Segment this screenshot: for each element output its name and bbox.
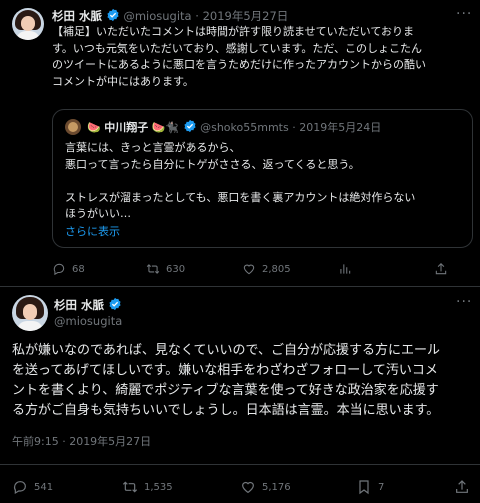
share-button[interactable] [434,260,448,278]
reply-count: 68 [72,263,85,275]
views-button[interactable] [338,260,352,278]
quote-author-avatar [65,119,81,135]
quote-date: 2019年5月24日 [299,121,382,134]
retweet-count: 1,535 [144,481,173,493]
analytics-icon [340,264,351,274]
retweet-button[interactable]: 1,535 [122,478,173,496]
more-options-icon[interactable]: ··· [456,6,472,22]
author-name[interactable]: 杉田 水脈 [54,298,104,312]
like-count: 2,805 [262,263,291,275]
verified-badge-icon [109,297,121,311]
quoted-tweet[interactable]: 🍉 中川翔子 🍉🐈‍⬛ @shoko55mmts · 2019年5月24日 言葉… [52,109,473,248]
heart-icon [242,481,254,494]
quote-header: 🍉 中川翔子 🍉🐈‍⬛ @shoko55mmts · 2019年5月24日 [87,119,381,135]
heart-icon [243,264,255,275]
reply-icon [13,481,26,495]
reply-icon [53,263,65,276]
verified-badge-icon [184,119,196,133]
share-icon [456,480,468,493]
reply-button[interactable]: 541 [12,478,53,496]
quote-author-name: 中川翔子 [104,121,149,134]
like-button[interactable]: 5,176 [240,478,291,496]
author-avatar[interactable] [12,8,44,40]
divider [0,286,480,287]
bookmark-icon [359,480,369,495]
tweet-text: 【補足】いただいたコメントは時間が許す限り読ませていただいておりま す。いつも元… [52,25,426,88]
header-separator: · [195,9,199,23]
share-button[interactable] [454,478,470,496]
author-handle[interactable]: @miosugita [123,9,191,23]
bookmark-button[interactable]: 7 [356,478,384,496]
tweet1-header: 杉田 水脈 @miosugita · 2019年5月27日 [52,8,288,24]
quote-text: 言葉には、きっと言霊があるから、 悪口って言ったら自分にトゲがささる、返ってくる… [65,141,416,220]
divider [0,464,480,465]
retweet-icon [122,481,138,493]
author-name[interactable]: 杉田 水脈 [52,9,102,23]
tweet2-action-bar: 541 1,535 5,176 7 [12,478,472,498]
tweet2-author-name-row: 杉田 水脈 [54,297,122,313]
reply-count: 541 [34,481,54,493]
retweet-button[interactable]: 630 [146,260,185,278]
like-count: 5,176 [262,481,291,493]
quote-author-handle: @shoko55mmts [200,121,289,134]
verified-badge-icon [107,8,119,22]
tweet1-action-bar: 68 630 2,805 [52,260,452,278]
bookmark-count: 7 [378,481,385,493]
author-handle[interactable]: @miosugita [54,314,122,328]
quote-suffix-emoji: 🍉🐈‍⬛ [151,121,180,134]
quote-header-separator: · [292,121,296,134]
share-icon [435,263,447,275]
retweet-count: 630 [166,263,186,275]
tweet-text: 私が嫌いなのであれば、見なくていいので、ご自分が応援する方にエール を送ってあげ… [12,343,440,418]
author-avatar[interactable] [12,295,48,331]
retweet-icon [146,264,160,274]
reply-button[interactable]: 68 [52,260,85,278]
show-more-link[interactable]: さらに表示 [65,223,120,239]
quote-prefix-emoji: 🍉 [87,121,101,134]
tweet-timestamp[interactable]: 午前9:15 · 2019年5月27日 [12,433,151,449]
more-options-icon[interactable]: ··· [456,294,472,310]
like-button[interactable]: 2,805 [242,260,291,278]
tweet-date[interactable]: 2019年5月27日 [203,9,289,23]
